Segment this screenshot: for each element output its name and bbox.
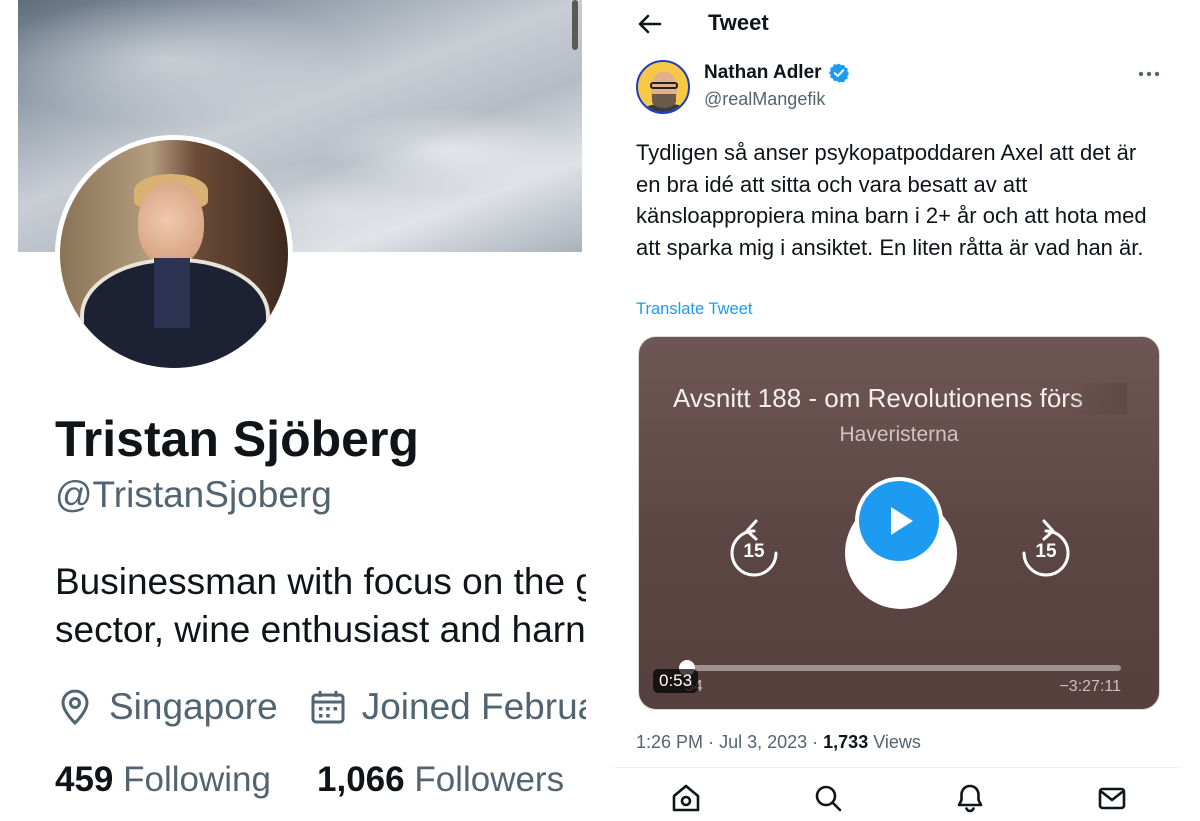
- tweet-meta: 1:26 PM · Jul 3, 2023 · 1,733 Views: [636, 732, 921, 752]
- scrollbar[interactable]: [572, 0, 578, 50]
- skip-back-seconds: 15: [743, 541, 765, 562]
- episode-title: Avsnitt 188 - om Revolutionens förs: [673, 383, 1127, 414]
- profile-joined: Joined Februa: [308, 686, 586, 728]
- author-handle[interactable]: @realMangefik: [704, 89, 825, 110]
- profile-meta: Singapore Joined Februa: [55, 684, 586, 730]
- tweet-text: Tydligen så anser psykopatpoddaren Axel …: [636, 140, 1147, 260]
- profile-bio-line: sector, wine enthusiast and harn: [55, 609, 586, 650]
- play-button[interactable]: [855, 477, 943, 565]
- play-icon: [891, 507, 913, 535]
- video-timestamp-badge: 0:53: [653, 669, 699, 693]
- location-pin-icon: [55, 687, 95, 727]
- verified-badge-icon: [828, 62, 850, 84]
- skip-back-15-button[interactable]: 15: [725, 517, 783, 581]
- profile-name: Tristan Sjöberg: [55, 411, 419, 467]
- page-title: Tweet: [708, 10, 769, 35]
- tweet-topbar: Tweet: [614, 0, 1182, 48]
- tweet-time[interactable]: 1:26 PM: [636, 732, 703, 752]
- views-label: Views: [873, 732, 921, 752]
- profile-handle: @TristanSjoberg: [55, 474, 332, 515]
- calendar-icon: [308, 687, 348, 727]
- profile-location-text: Singapore: [109, 686, 278, 727]
- profile-bio-line: Businessman with focus on the g: [55, 561, 586, 602]
- following-label: Following: [123, 760, 271, 799]
- profile-joined-text: Joined Februa: [361, 686, 586, 727]
- skip-forward-seconds: 15: [1035, 541, 1057, 562]
- episode-title-text: Avsnitt 188 - om Revolutionens förs: [673, 383, 1083, 413]
- profile-location: Singapore: [55, 686, 278, 728]
- time-remaining: −3:27:11: [1059, 678, 1121, 695]
- tweet-panel: Tweet Nathan Adler @realMangefik Tydlige…: [614, 0, 1182, 821]
- author-avatar[interactable]: [636, 60, 690, 114]
- panel-gap: [586, 0, 614, 821]
- profile-panel: Tristan Sjöberg @TristanSjoberg Business…: [0, 0, 586, 821]
- translate-tweet-link[interactable]: Translate Tweet: [636, 300, 752, 319]
- profile-avatar-photo: [60, 140, 288, 368]
- skip-forward-15-button[interactable]: 15: [1017, 517, 1075, 581]
- followers-count: 1,066: [317, 760, 405, 799]
- podcast-player-card[interactable]: Avsnitt 188 - om Revolutionens förs Have…: [638, 336, 1160, 710]
- followers-label: Followers: [414, 760, 565, 799]
- show-name: Haveristerna: [839, 423, 959, 446]
- following-link[interactable]: 459 Following: [55, 760, 271, 800]
- messages-envelope-icon[interactable]: [1096, 782, 1128, 814]
- profile-avatar[interactable]: [55, 135, 293, 373]
- author-name: Nathan Adler: [704, 62, 822, 83]
- search-icon[interactable]: [812, 782, 844, 814]
- profile-bio: Businessman with focus on the g sector, …: [55, 558, 586, 654]
- progress-slider[interactable]: [685, 665, 1121, 671]
- back-arrow-icon[interactable]: [636, 10, 664, 38]
- bottom-nav: [614, 768, 1182, 821]
- notifications-bell-icon[interactable]: [954, 782, 986, 814]
- more-dots-icon[interactable]: [1138, 66, 1160, 82]
- followers-link[interactable]: 1,066 Followers: [317, 760, 564, 800]
- tweet-date[interactable]: Jul 3, 2023: [719, 732, 807, 752]
- home-icon[interactable]: [670, 782, 702, 814]
- following-count: 459: [55, 760, 114, 799]
- views-count: 1,733: [823, 732, 869, 752]
- author-name-row[interactable]: Nathan Adler: [704, 62, 850, 84]
- follow-stats: 459 Following 1,066 Followers: [55, 760, 564, 800]
- page-edge: [1182, 0, 1200, 821]
